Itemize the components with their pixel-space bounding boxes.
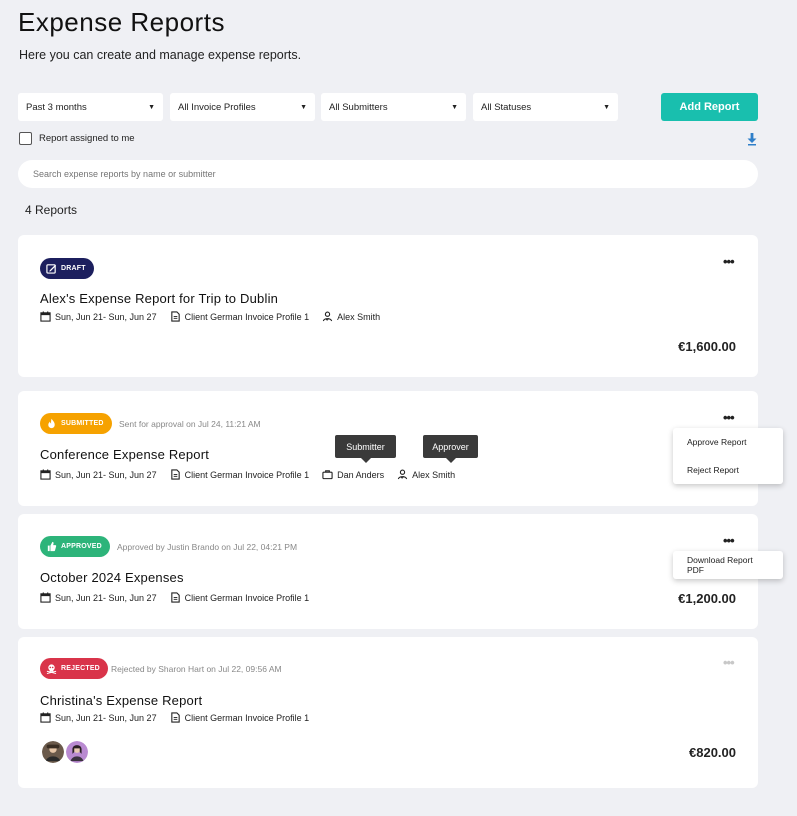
caret-down-icon: ▼ [603,103,610,111]
document-icon [170,469,180,480]
approver-name: Alex Smith [337,311,381,322]
assigned-to-me-checkbox[interactable] [19,132,32,145]
search-input[interactable] [18,160,758,188]
user-check-icon [398,469,408,480]
status-badge-label: APPROVED [61,543,102,550]
caret-down-icon: ▼ [148,103,155,111]
approver-name: Alex Smith [412,469,456,480]
status-badge: APPROVED [40,536,110,557]
report-title[interactable]: Alex's Expense Report for Trip to Dublin [40,291,278,306]
report-title[interactable]: Christina's Expense Report [40,693,202,708]
report-card[interactable]: APPROVED Approved by Justin Brando on Ju… [18,514,758,629]
report-meta: Sun, Jun 21- Sun, Jun 27 Client German I… [40,712,322,723]
report-meta: Sun, Jun 21- Sun, Jun 27 Client German I… [40,592,322,603]
pencil-square-icon [46,264,57,274]
submitter-tooltip: Submitter [335,435,396,463]
invoice-profile: Client German Invoice Profile 1 [170,311,310,322]
report-title[interactable]: Conference Expense Report [40,447,209,462]
status-badge: REJECTED [40,658,108,679]
caret-down-icon: ▼ [451,103,458,111]
report-count: 4 Reports [25,203,78,217]
reject-report-menu-item[interactable]: Reject Report [673,456,783,484]
status-filter-value: All Statuses [481,101,532,113]
document-icon [170,712,180,723]
calendar-icon [40,592,51,603]
invoice-profile-text: Client German Invoice Profile 1 [184,712,310,723]
date-range-text: Sun, Jun 21- Sun, Jun 27 [55,592,157,603]
approver[interactable]: Alex Smith [397,469,455,480]
report-card[interactable]: REJECTED Rejected by Sharon Hart on Jul … [18,637,758,788]
date-range-text: Sun, Jun 21- Sun, Jun 27 [55,469,157,480]
invoice-profile-filter-select[interactable]: All Invoice Profiles ▼ [170,93,315,121]
submitter-name: Dan Anders [337,469,385,480]
status-badge-label: DRAFT [61,265,86,272]
period-filter-value: Past 3 months [26,101,87,113]
submitter-filter-value: All Submitters [329,101,388,113]
date-range: Sun, Jun 21- Sun, Jun 27 [40,712,157,723]
period-filter-select[interactable]: Past 3 months ▼ [18,93,163,121]
more-options-icon[interactable]: ••• [723,655,735,670]
more-options-icon[interactable]: ••• [723,410,735,425]
invoice-profile-text: Client German Invoice Profile 1 [184,469,310,480]
approve-report-menu-item[interactable]: Approve Report [673,428,783,456]
skull-icon [46,664,57,674]
date-range: Sun, Jun 21- Sun, Jun 27 [40,469,157,480]
date-range-text: Sun, Jun 21- Sun, Jun 27 [55,712,157,723]
date-range: Sun, Jun 21- Sun, Jun 27 [40,311,157,322]
page-subtitle: Here you can create and manage expense r… [19,48,302,62]
user-check-icon [322,311,333,322]
download-arrow-icon[interactable] [745,132,759,146]
calendar-icon [40,311,51,322]
submitter-filter-select[interactable]: All Submitters ▼ [321,93,466,121]
date-range: Sun, Jun 21- Sun, Jun 27 [40,592,157,603]
document-icon [170,592,180,603]
avatar[interactable] [41,740,65,764]
report-title[interactable]: October 2024 Expenses [40,570,184,585]
report-meta: Sun, Jun 21- Sun, Jun 27 Client German I… [40,311,393,322]
approver: Alex Smith [322,311,380,322]
report-amount: €1,200.00 [678,591,736,606]
invoice-profile: Client German Invoice Profile 1 [170,712,310,723]
submitter[interactable]: Dan Anders [322,469,384,480]
avatar[interactable] [65,740,89,764]
briefcase-icon [322,470,333,480]
page-title: Expense Reports [18,7,225,37]
report-amount: €1,600.00 [678,339,736,354]
assigned-to-me-label: Report assigned to me [39,133,135,144]
caret-down-icon: ▼ [300,103,307,111]
status-filter-select[interactable]: All Statuses ▼ [473,93,618,121]
status-note: Approved by Justin Brando on Jul 22, 04:… [117,542,298,552]
more-options-icon[interactable]: ••• [723,533,735,548]
download-report-pdf-menu-item[interactable]: Download Report PDF [673,551,783,579]
report-meta: Sun, Jun 21- Sun, Jun 27 Client German I… [40,469,468,480]
calendar-icon [40,469,51,480]
invoice-profile-text: Client German Invoice Profile 1 [184,592,310,603]
status-badge-label: REJECTED [61,665,100,672]
status-note: Rejected by Sharon Hart on Jul 22, 09:56… [111,664,282,674]
invoice-profile: Client German Invoice Profile 1 [170,469,310,480]
invoice-profile: Client German Invoice Profile 1 [170,592,310,603]
thumbs-up-icon [47,541,57,552]
report-actions-menu: Download Report PDF [673,551,783,579]
status-badge: DRAFT [40,258,94,279]
assigned-to-me-row: Report assigned to me [19,132,135,145]
status-badge: SUBMITTED [40,413,112,434]
add-report-button[interactable]: Add Report [661,93,758,121]
flame-icon [48,418,55,429]
more-options-icon[interactable]: ••• [723,254,735,269]
invoice-profile-filter-value: All Invoice Profiles [178,101,256,113]
status-badge-label: SUBMITTED [61,420,104,427]
date-range-text: Sun, Jun 21- Sun, Jun 27 [55,311,157,322]
report-amount: €820.00 [689,745,736,760]
status-note: Sent for approval on Jul 24, 11:21 AM [119,419,261,429]
report-card[interactable]: DRAFT ••• Alex's Expense Report for Trip… [18,235,758,377]
document-icon [170,311,180,322]
approver-tooltip: Approver [423,435,478,463]
calendar-icon [40,712,51,723]
report-actions-menu: Approve Report Reject Report [673,428,783,484]
invoice-profile-text: Client German Invoice Profile 1 [184,311,310,322]
